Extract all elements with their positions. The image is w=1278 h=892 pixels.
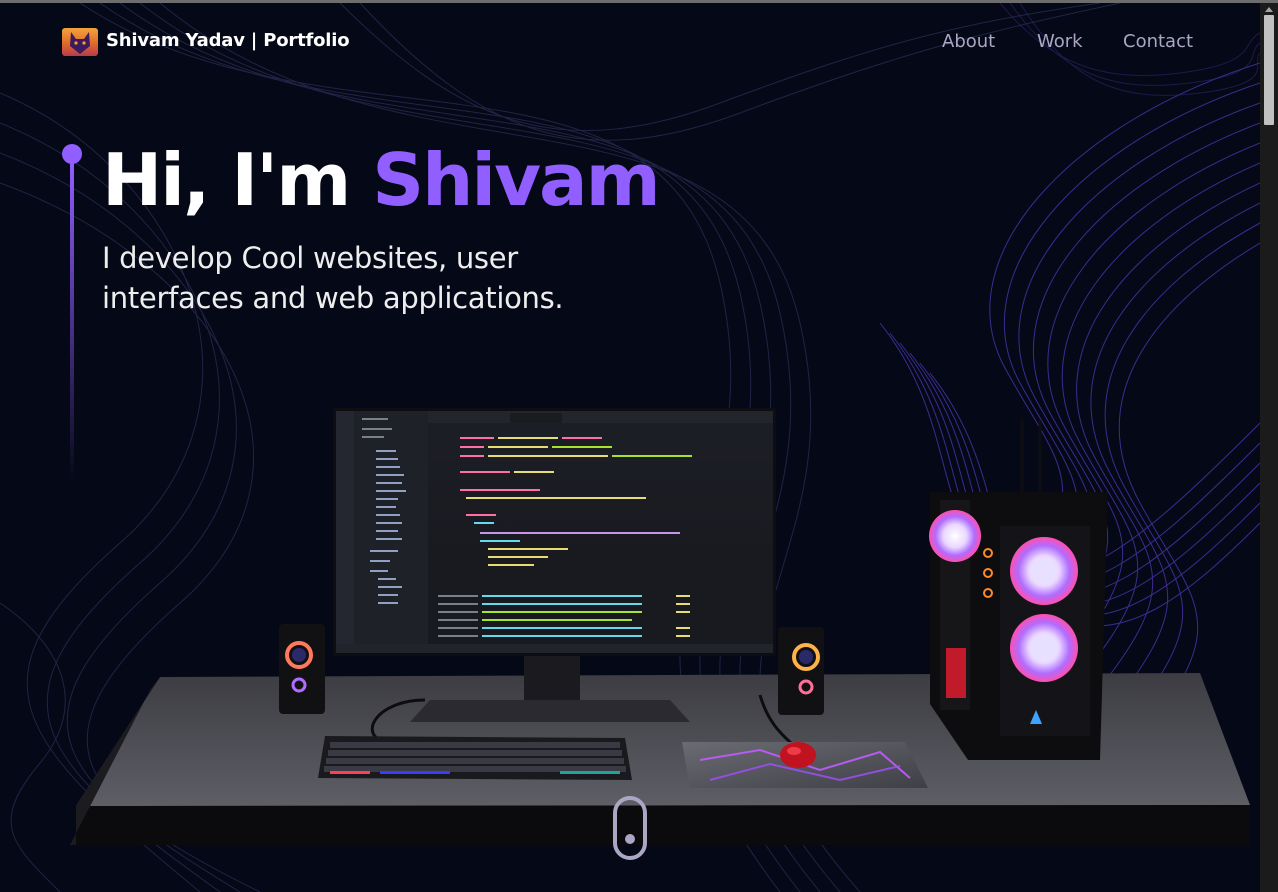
hero-greeting: Hi, I'm <box>102 138 373 222</box>
pc-tower <box>929 420 1108 760</box>
hero-name: Shivam <box>372 138 660 222</box>
hero-subtitle: I develop Cool websites, user interfaces… <box>102 238 622 318</box>
hero-subtitle-line-1: I develop Cool websites, user <box>102 241 518 275</box>
navbar: Shivam Yadav | Portfolio About Work Cont… <box>0 3 1260 79</box>
page-scrollbar[interactable] <box>1260 3 1278 892</box>
scroll-up-arrow-icon[interactable] <box>1265 7 1273 12</box>
scrollbar-thumb[interactable] <box>1264 15 1274 125</box>
mouse-scroll-icon <box>625 834 635 844</box>
hero-accent-dot <box>62 144 82 164</box>
nav-link-contact[interactable]: Contact <box>1123 31 1193 52</box>
scroll-down-indicator[interactable] <box>613 796 647 860</box>
nav-link-about[interactable]: About <box>942 31 995 52</box>
left-speaker <box>279 624 325 714</box>
cat-logo-icon[interactable] <box>62 28 98 56</box>
mouse <box>780 742 816 768</box>
brand-title[interactable]: Shivam Yadav | Portfolio <box>106 30 350 51</box>
hero-subtitle-line-2: interfaces and web applications. <box>102 281 564 315</box>
hero-title: Hi, I'm Shivam <box>102 138 661 222</box>
right-speaker <box>778 627 824 715</box>
nav-link-work[interactable]: Work <box>1037 31 1083 52</box>
keyboard <box>318 736 632 780</box>
